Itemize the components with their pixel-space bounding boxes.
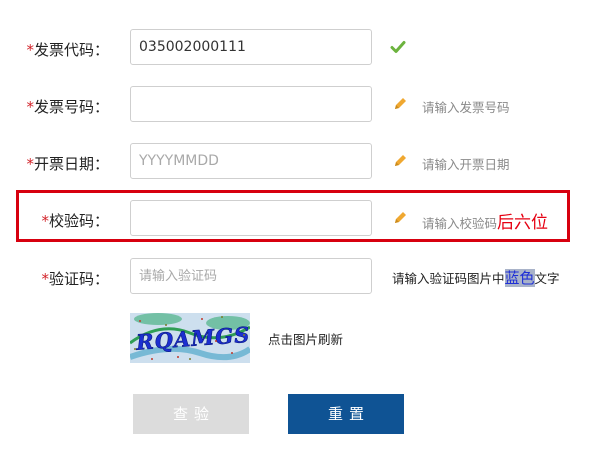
- check-code-input[interactable]: [130, 200, 372, 236]
- captcha-image[interactable]: RQAMGS: [130, 313, 250, 363]
- captcha-label: *验证码：: [41, 270, 109, 288]
- captcha-input[interactable]: [130, 258, 372, 294]
- invoice-code-label: *发票代码：: [26, 41, 109, 59]
- captcha-image-graphic: RQAMGS: [130, 313, 250, 363]
- captcha-refresh-text[interactable]: 点击图片刷新: [268, 329, 343, 348]
- invoice-date-hint: 请输入开票日期: [422, 157, 510, 172]
- captcha-hint-color-word: 蓝色: [504, 269, 535, 287]
- check-code-hint-emphasis: 后六位: [497, 213, 549, 233]
- invoice-date-row: *开票日期： 请输入开票日期: [0, 143, 599, 181]
- pencil-icon: [395, 212, 406, 223]
- invoice-date-label: *开票日期：: [26, 155, 109, 173]
- invoice-number-input[interactable]: [130, 86, 372, 122]
- invoice-code-row: *发票代码：: [0, 29, 599, 67]
- invoice-number-row: *发票号码： 请输入发票号码: [0, 86, 599, 124]
- invoice-date-input[interactable]: [130, 143, 372, 179]
- captcha-hint: 请输入验证码图片中蓝色文字: [392, 269, 560, 287]
- invoice-number-label: *发票号码：: [26, 98, 109, 116]
- invoice-code-input[interactable]: [130, 29, 372, 65]
- reset-button[interactable]: 重置: [288, 394, 404, 434]
- check-code-label: *校验码：: [41, 212, 109, 230]
- captcha-row: *验证码： 请输入验证码图片中蓝色文字: [0, 258, 599, 296]
- check-code-hint: 请输入校验码后六位: [422, 213, 549, 233]
- pencil-icon: [395, 155, 406, 166]
- check-icon: [390, 41, 406, 53]
- invoice-number-hint: 请输入发票号码: [422, 100, 510, 115]
- check-code-row: *校验码： 请输入校验码后六位: [0, 200, 599, 238]
- pencil-icon: [395, 98, 406, 109]
- query-button[interactable]: 查验: [133, 394, 249, 434]
